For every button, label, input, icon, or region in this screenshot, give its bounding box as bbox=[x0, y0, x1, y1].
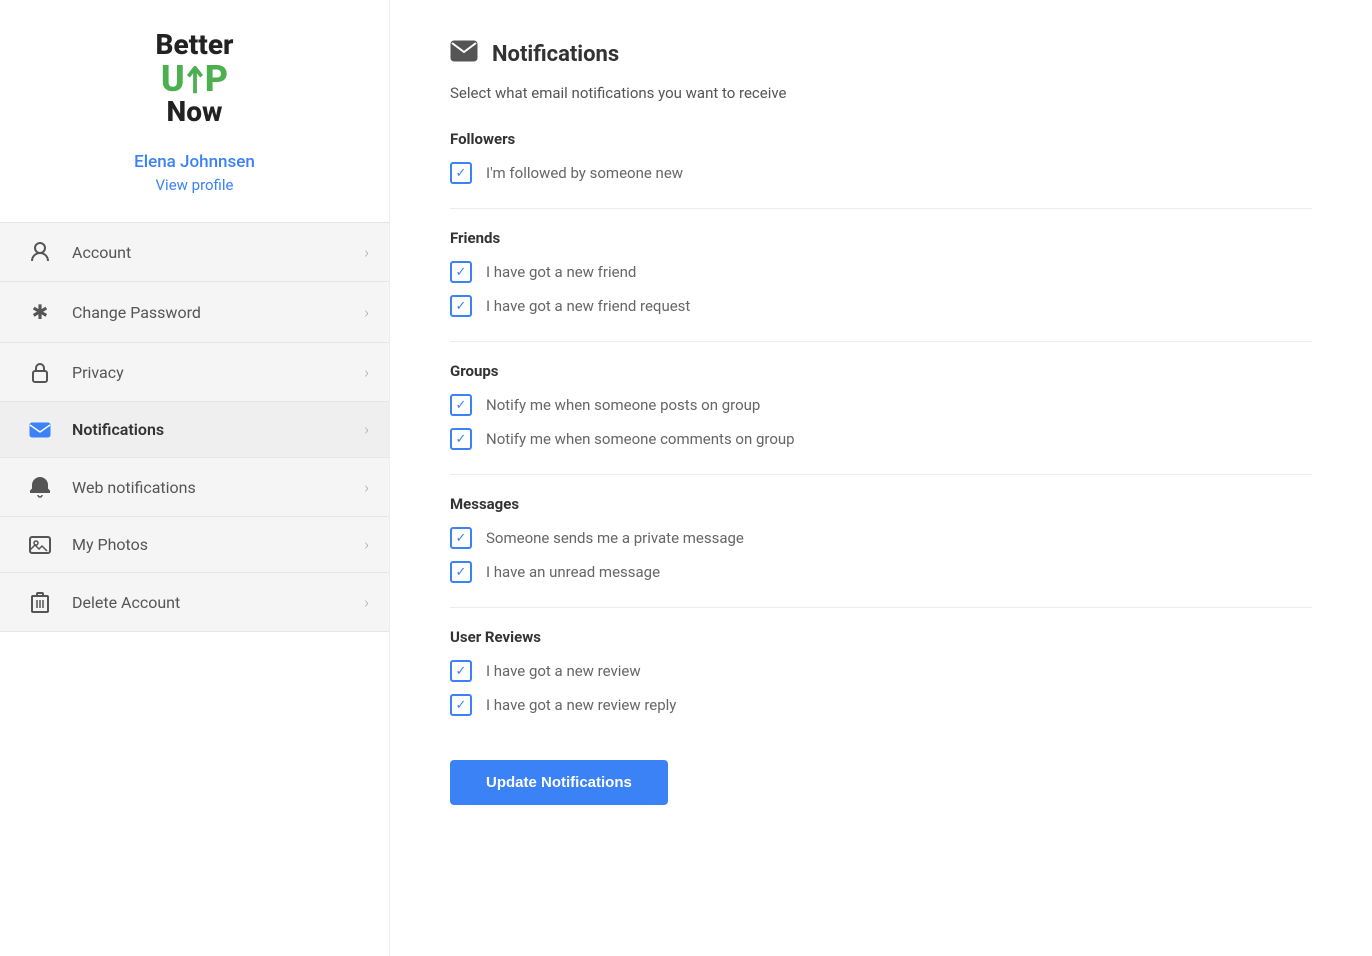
new-friend-label: I have got a new friend bbox=[486, 263, 636, 281]
notif-item-private-message: ✓ Someone sends me a private message bbox=[450, 527, 1312, 549]
change-password-label: Change Password bbox=[72, 303, 364, 322]
person-icon bbox=[20, 241, 60, 263]
sidebar-item-privacy[interactable]: Privacy › bbox=[0, 342, 389, 401]
checkbox-private-message[interactable]: ✓ bbox=[450, 527, 472, 549]
chevron-right-icon: › bbox=[364, 535, 369, 554]
image-icon bbox=[20, 536, 60, 554]
lock-icon bbox=[20, 361, 60, 383]
sidebar-item-change-password[interactable]: ✱ Change Password › bbox=[0, 281, 389, 342]
chevron-right-icon: › bbox=[364, 363, 369, 382]
section-title: Notifications bbox=[492, 42, 619, 67]
divider-messages bbox=[450, 607, 1312, 608]
notifications-header-icon bbox=[450, 40, 478, 68]
group-post-label: Notify me when someone posts on group bbox=[486, 396, 760, 414]
notif-group-user-reviews: User Reviews ✓ I have got a new review ✓… bbox=[450, 628, 1312, 716]
sidebar: Better U P Now Elena Johnnsen View profi… bbox=[0, 0, 390, 956]
update-notifications-button[interactable]: Update Notifications bbox=[450, 760, 668, 805]
group-comment-label: Notify me when someone comments on group bbox=[486, 430, 795, 448]
checkbox-followed-new[interactable]: ✓ bbox=[450, 162, 472, 184]
chevron-right-icon: › bbox=[364, 593, 369, 612]
notif-group-followers: Followers ✓ I'm followed by someone new bbox=[450, 130, 1312, 184]
chevron-right-icon: › bbox=[364, 420, 369, 439]
asterisk-icon: ✱ bbox=[20, 300, 60, 324]
checkbox-new-review[interactable]: ✓ bbox=[450, 660, 472, 682]
main-content: Notifications Select what email notifica… bbox=[390, 0, 1372, 956]
envelope-icon bbox=[20, 422, 60, 438]
private-message-label: Someone sends me a private message bbox=[486, 529, 744, 547]
notif-item-friend-request: ✓ I have got a new friend request bbox=[450, 295, 1312, 317]
nav-menu: Account › ✱ Change Password › Privacy › bbox=[0, 222, 389, 632]
followers-group-title: Followers bbox=[450, 130, 1312, 148]
logo-arrow-icon bbox=[185, 65, 205, 97]
section-header: Notifications bbox=[450, 40, 1312, 68]
notif-item-group-post: ✓ Notify me when someone posts on group bbox=[450, 394, 1312, 416]
notif-item-followed-new: ✓ I'm followed by someone new bbox=[450, 162, 1312, 184]
notif-item-group-comment: ✓ Notify me when someone comments on gro… bbox=[450, 428, 1312, 450]
chevron-right-icon: › bbox=[364, 243, 369, 262]
new-review-label: I have got a new review bbox=[486, 662, 641, 680]
notif-item-review-reply: ✓ I have got a new review reply bbox=[450, 694, 1312, 716]
divider-followers bbox=[450, 208, 1312, 209]
notif-item-new-review: ✓ I have got a new review bbox=[450, 660, 1312, 682]
checkbox-group-post[interactable]: ✓ bbox=[450, 394, 472, 416]
logo-p-text: P bbox=[205, 58, 228, 100]
trash-icon bbox=[20, 591, 60, 613]
review-reply-label: I have got a new review reply bbox=[486, 696, 676, 714]
notifications-label: Notifications bbox=[72, 420, 364, 439]
divider-friends bbox=[450, 341, 1312, 342]
notif-group-friends: Friends ✓ I have got a new friend ✓ I ha… bbox=[450, 229, 1312, 317]
user-name[interactable]: Elena Johnnsen bbox=[134, 152, 255, 172]
logo-up-text: U bbox=[161, 58, 185, 100]
bell-icon bbox=[20, 476, 60, 498]
checkbox-unread-message[interactable]: ✓ bbox=[450, 561, 472, 583]
logo: Better U P Now bbox=[156, 30, 234, 128]
sidebar-item-account[interactable]: Account › bbox=[0, 222, 389, 281]
messages-group-title: Messages bbox=[450, 495, 1312, 513]
friend-request-label: I have got a new friend request bbox=[486, 297, 690, 315]
chevron-right-icon: › bbox=[364, 303, 369, 322]
section-subtitle: Select what email notifications you want… bbox=[450, 84, 1312, 102]
divider-groups bbox=[450, 474, 1312, 475]
friends-group-title: Friends bbox=[450, 229, 1312, 247]
notif-item-new-friend: ✓ I have got a new friend bbox=[450, 261, 1312, 283]
checkbox-review-reply[interactable]: ✓ bbox=[450, 694, 472, 716]
notif-group-groups: Groups ✓ Notify me when someone posts on… bbox=[450, 362, 1312, 450]
notif-item-unread-message: ✓ I have an unread message bbox=[450, 561, 1312, 583]
view-profile-link[interactable]: View profile bbox=[156, 176, 234, 194]
account-label: Account bbox=[72, 243, 364, 262]
sidebar-item-web-notifications[interactable]: Web notifications › bbox=[0, 457, 389, 516]
notif-group-messages: Messages ✓ Someone sends me a private me… bbox=[450, 495, 1312, 583]
checkbox-group-comment[interactable]: ✓ bbox=[450, 428, 472, 450]
checkbox-friend-request[interactable]: ✓ bbox=[450, 295, 472, 317]
checkbox-new-friend[interactable]: ✓ bbox=[450, 261, 472, 283]
delete-account-label: Delete Account bbox=[72, 593, 364, 612]
privacy-label: Privacy bbox=[72, 363, 364, 382]
sidebar-item-my-photos[interactable]: My Photos › bbox=[0, 516, 389, 572]
followed-new-label: I'm followed by someone new bbox=[486, 164, 683, 182]
chevron-right-icon: › bbox=[364, 478, 369, 497]
logo-better: Better bbox=[156, 30, 234, 61]
unread-message-label: I have an unread message bbox=[486, 563, 660, 581]
groups-group-title: Groups bbox=[450, 362, 1312, 380]
logo-up: U P bbox=[156, 61, 234, 97]
user-reviews-group-title: User Reviews bbox=[450, 628, 1312, 646]
my-photos-label: My Photos bbox=[72, 535, 364, 554]
sidebar-item-notifications[interactable]: Notifications › bbox=[0, 401, 389, 457]
web-notifications-label: Web notifications bbox=[72, 478, 364, 497]
logo-now: Now bbox=[156, 97, 234, 128]
sidebar-item-delete-account[interactable]: Delete Account › bbox=[0, 572, 389, 632]
